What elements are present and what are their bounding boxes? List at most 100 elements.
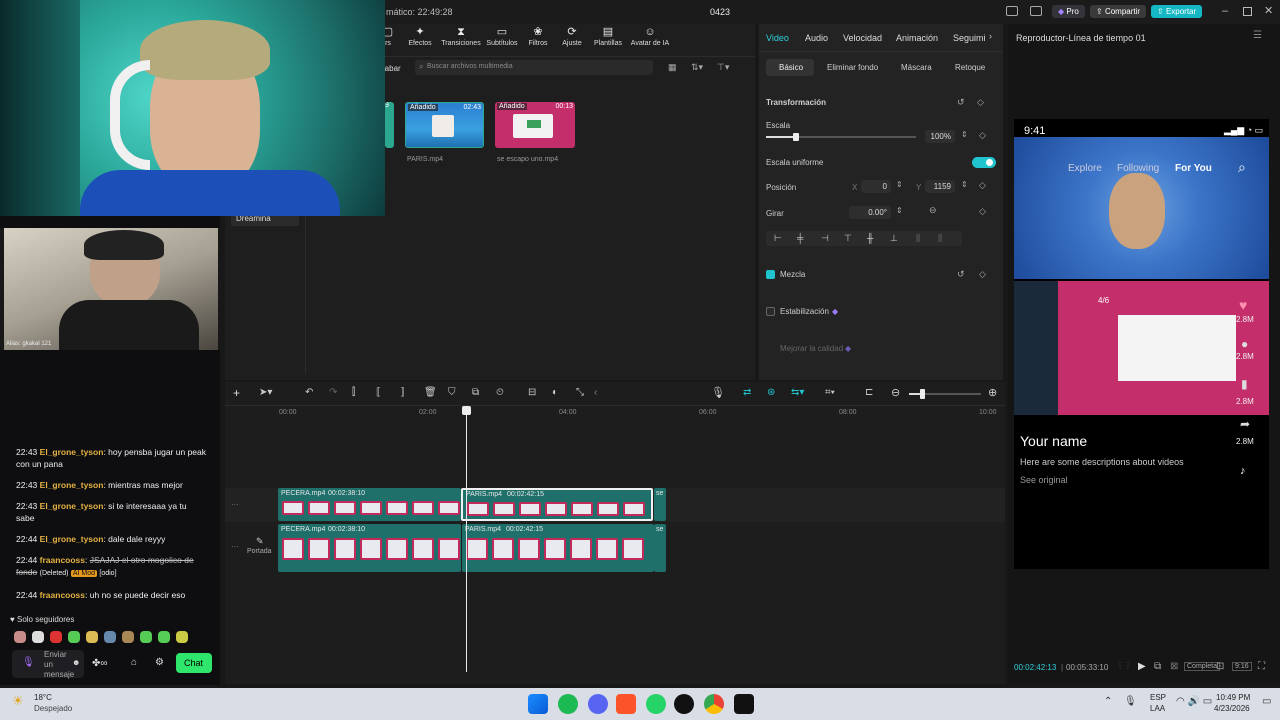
export-button[interactable]: ⇧ Exportar (1151, 5, 1203, 18)
spotify-icon[interactable] (558, 694, 578, 714)
shortcut-icon[interactable] (1030, 6, 1042, 16)
brave-icon[interactable] (616, 694, 636, 714)
playhead-handle[interactable] (462, 406, 471, 415)
sort-icon[interactable]: ⇅▾ (691, 62, 703, 73)
tool-effects[interactable]: ✦ Efectos (401, 26, 439, 47)
chat-username[interactable]: fraancooss (40, 590, 85, 600)
screenshot-icon[interactable]: ⊡ (1216, 661, 1224, 672)
reset-icon[interactable]: ↺ (957, 269, 965, 280)
tool-ai-avatar[interactable]: ☺ Avatar de IA (627, 26, 673, 47)
emote-icon[interactable] (14, 631, 26, 643)
crop-icon[interactable]: ⧉ (1154, 661, 1161, 672)
stabilize-checkbox[interactable] (766, 307, 775, 316)
chat-username[interactable]: El_grone_tyson (40, 534, 104, 544)
filter-icon[interactable]: ⊤▾ (717, 62, 729, 73)
ratio-button[interactable]: 9:16 (1232, 662, 1252, 671)
tool-adjust[interactable]: ⟳ Ajuste (555, 26, 589, 47)
keyboard-label[interactable]: LAA (1150, 704, 1165, 713)
clock-date[interactable]: 4/23/2026 (1214, 704, 1250, 713)
speed-icon[interactable]: ⏲ (496, 387, 504, 398)
select-tool-icon[interactable]: ➤▾ (259, 387, 272, 398)
distribute-v-icon[interactable]: ⫼ (938, 233, 942, 244)
keyframe-icon[interactable]: ◇ (979, 206, 986, 217)
chat-username[interactable]: El_grone_tyson (40, 501, 104, 511)
timeline-clip-selected[interactable]: PARIS.mp4 00:02:42:15 (461, 488, 653, 521)
microphone-icon[interactable]: 🎙 (1124, 696, 1137, 707)
layout-icon[interactable] (1006, 6, 1018, 16)
timeline-clip[interactable]: PECERA.mp4 00:02:38:10 (278, 524, 461, 572)
emoji-icon[interactable]: ☻ (72, 658, 80, 667)
chat-username[interactable]: fraancooss (40, 555, 85, 565)
zoom-slider[interactable] (909, 389, 981, 399)
keyframe-icon[interactable]: ◇ (979, 130, 986, 141)
delete-icon[interactable]: 🗑 (424, 387, 437, 398)
track-handle-icon[interactable]: ⋯ (231, 542, 239, 551)
stepper-icon[interactable]: ⇕ (896, 206, 903, 215)
fit-button[interactable]: Completa (1184, 662, 1220, 671)
weather-icon[interactable]: ☀ (12, 693, 24, 709)
timeline-clip[interactable]: PECERA.mp4 00:02:38:10 (278, 488, 461, 521)
align-center-v-icon[interactable]: ╫ (867, 233, 873, 243)
play-icon[interactable]: ▶ (1138, 661, 1146, 672)
chevron-up-icon[interactable]: ⌃ (1104, 696, 1112, 707)
emote-icon[interactable] (68, 631, 80, 643)
blend-label[interactable]: Mezcla (780, 270, 805, 279)
store-icon[interactable]: ⌂ (131, 657, 137, 668)
reset-icon[interactable]: ↺ (957, 97, 965, 108)
caption-toggle-icon[interactable]: ⊏ (865, 387, 873, 398)
emote-icon[interactable] (104, 631, 116, 643)
pro-button[interactable]: ◆ Pro (1052, 5, 1085, 18)
track-handle-icon[interactable]: ⋯ (231, 500, 239, 509)
timeline-clip[interactable]: se (654, 488, 666, 521)
align-bottom-icon[interactable]: ⊥ (890, 233, 898, 244)
freeze-icon[interactable]: ⊟ (528, 387, 536, 398)
chat-input[interactable]: 🎙 Enviar un mensaje ☻ (12, 650, 84, 679)
tab-tracking[interactable]: Seguimi (953, 33, 986, 43)
timeline-clip[interactable]: se (654, 524, 666, 572)
subtab-basic[interactable]: Básico (766, 59, 814, 76)
tab-speed[interactable]: Velocidad (843, 33, 882, 43)
discord-icon[interactable] (588, 694, 608, 714)
add-track-icon[interactable]: + (233, 386, 240, 400)
transform-heading[interactable]: Transformación (766, 98, 826, 107)
tool-transitions[interactable]: ⧗ Transiciones (439, 26, 483, 47)
preview-axis-icon[interactable]: ⌗▾ (825, 387, 835, 398)
media-thumbnail[interactable]: Añadido 00:13 (495, 102, 575, 148)
uniform-scale-toggle[interactable] (972, 157, 996, 168)
align-left-icon[interactable]: ⊢ (774, 233, 782, 244)
bits-icon[interactable]: ✤∞ (92, 658, 108, 669)
align-top-icon[interactable]: ⊤ (844, 233, 852, 244)
stepper-icon[interactable]: ⇕ (896, 180, 903, 189)
capcut-icon[interactable] (734, 694, 754, 714)
enhance-label[interactable]: Mejorar la calidad (780, 344, 843, 353)
search-input[interactable]: ⌕ Buscar archivos multimedia (415, 60, 653, 75)
split-icon[interactable]: ⫿ (352, 387, 355, 398)
chat-username[interactable]: El_grone_tyson (40, 447, 104, 457)
media-thumbnail[interactable]: Añadido 02:43 (405, 102, 484, 148)
language-label[interactable]: ESP (1150, 693, 1166, 702)
zoom-out-icon[interactable]: ⊖ (891, 386, 900, 399)
emote-icon[interactable] (140, 631, 152, 643)
timeline-ruler[interactable]: 00:00 02:00 04:00 06:00 08:00 10:00 (277, 406, 1002, 420)
stabilize-label[interactable]: Estabilización (780, 307, 829, 316)
emote-icon[interactable] (32, 631, 44, 643)
grid-icon[interactable]: ⋮⋮ (1116, 661, 1132, 670)
pos-x-input[interactable]: 0 (861, 180, 891, 193)
emote-icon[interactable] (86, 631, 98, 643)
playhead[interactable] (462, 406, 471, 672)
link-icon[interactable]: ⇄ (743, 387, 751, 398)
undo-icon[interactable]: ↶ (305, 387, 313, 398)
distribute-h-icon[interactable]: ⫼ (916, 233, 920, 244)
tab-animation[interactable]: Animación (896, 33, 938, 43)
cover-button[interactable]: ✎ Portada (247, 536, 273, 560)
microphone-icon[interactable]: 🎙 (22, 657, 35, 668)
timeline-clip[interactable]: PARIS.mp4 00:02:42:15 (462, 524, 654, 572)
tab-video[interactable]: Video (766, 33, 789, 43)
clock-time[interactable]: 10:49 PM (1216, 693, 1250, 702)
minimize-icon[interactable]: – (1222, 5, 1228, 17)
redo-icon[interactable]: ↷ (329, 387, 337, 398)
emote-icon[interactable] (122, 631, 134, 643)
rotate-dial-icon[interactable]: ⊖ (929, 205, 937, 216)
crop-icon[interactable]: ⧉ (472, 387, 479, 398)
emote-icon[interactable] (158, 631, 170, 643)
